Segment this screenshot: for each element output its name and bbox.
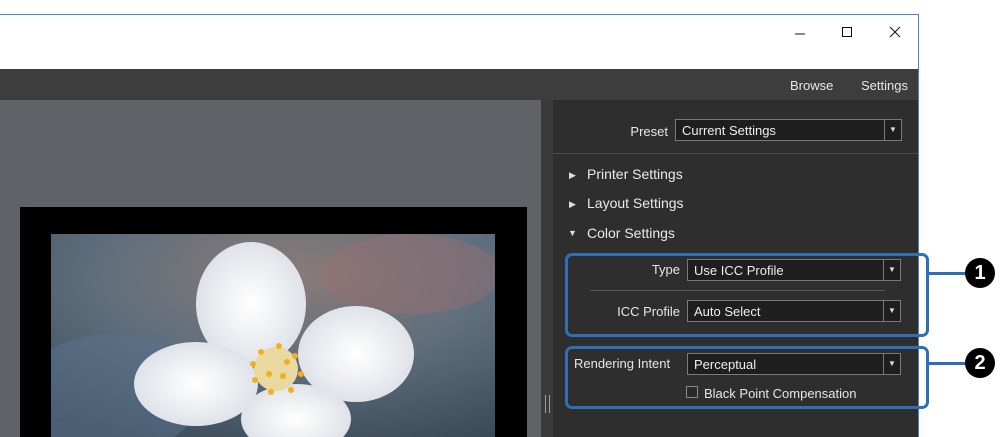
- minimize-icon[interactable]: [789, 22, 811, 42]
- expanded-arrow-icon[interactable]: ▼: [568, 228, 577, 238]
- maximize-icon[interactable]: [836, 22, 858, 42]
- callout-highlight-2: [565, 346, 929, 409]
- close-icon[interactable]: [884, 22, 906, 42]
- menu-settings[interactable]: Settings: [861, 78, 908, 93]
- section-printer-settings[interactable]: Printer Settings: [587, 166, 683, 182]
- panel-splitter[interactable]: [541, 100, 553, 437]
- section-layout-settings[interactable]: Layout Settings: [587, 195, 684, 211]
- window-titlebar: [0, 0, 919, 68]
- menu-browse[interactable]: Browse: [790, 78, 833, 93]
- divider: [553, 153, 918, 154]
- callout-leader-1: [929, 272, 965, 275]
- splitter-grip-icon[interactable]: [545, 395, 550, 413]
- chevron-down-icon[interactable]: ▼: [884, 120, 901, 140]
- preset-label: Preset: [630, 124, 668, 139]
- callout-highlight-1: [565, 253, 929, 337]
- callout-leader-2: [929, 362, 965, 365]
- window-border: [0, 14, 919, 15]
- preset-value: Current Settings: [682, 123, 776, 138]
- section-color-settings[interactable]: Color Settings: [587, 225, 675, 241]
- callout-badge-2: 2: [965, 348, 995, 378]
- collapsed-arrow-icon[interactable]: ▶: [569, 170, 576, 181]
- callout-badge-1: 1: [965, 258, 995, 288]
- collapsed-arrow-icon[interactable]: ▶: [569, 199, 576, 210]
- menu-bar: [0, 69, 918, 100]
- preview-image: [51, 234, 495, 437]
- preset-dropdown[interactable]: Current Settings ▼: [675, 119, 902, 141]
